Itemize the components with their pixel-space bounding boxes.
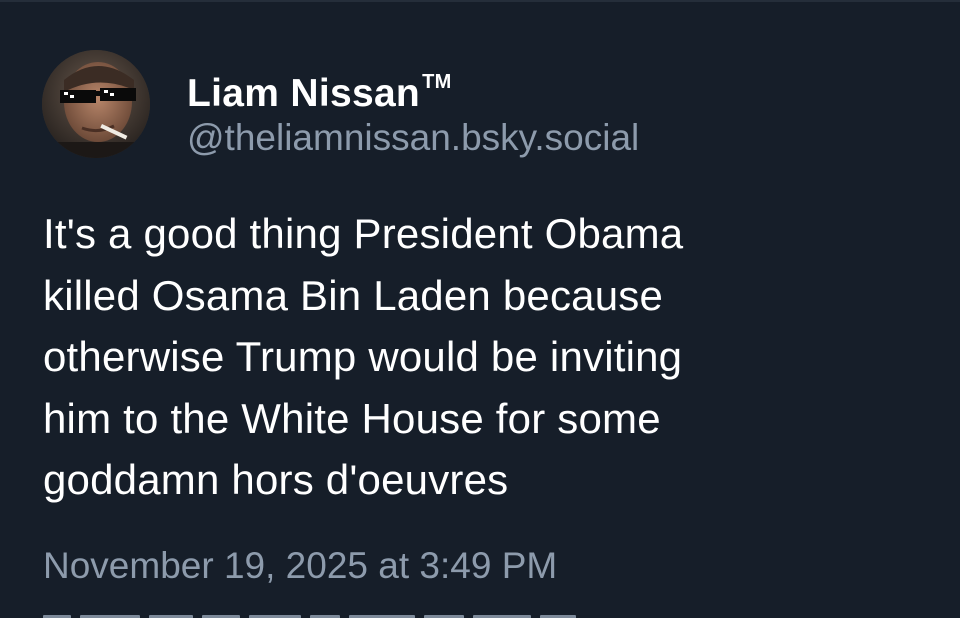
author-avatar[interactable]: [42, 50, 150, 158]
avatar-photo-icon: [42, 50, 150, 158]
trademark-symbol: TM: [422, 71, 452, 93]
post-text-line: otherwise Trump would be inviting: [43, 333, 683, 380]
post-text-line: killed Osama Bin Laden because: [43, 271, 664, 319]
author-handle[interactable]: @theliamnissan.bsky.social: [187, 115, 639, 161]
post-text-line: him to the White House for some: [43, 394, 661, 442]
post-timestamp[interactable]: November 19, 2025 at 3:49 PM: [43, 542, 557, 590]
author-display-name[interactable]: Liam Nissan TM: [187, 58, 452, 118]
post-text-line: goddamn hors d'oeuvres: [43, 456, 509, 503]
author-name-text: Liam Nissan: [187, 72, 421, 115]
post-body-text: It's a good thing President Obama killed…: [43, 203, 923, 511]
post-card: Liam Nissan TM @theliamnissan.bsky.social…: [0, 0, 960, 618]
post-text-line: It's a good thing President Obama: [43, 210, 684, 257]
